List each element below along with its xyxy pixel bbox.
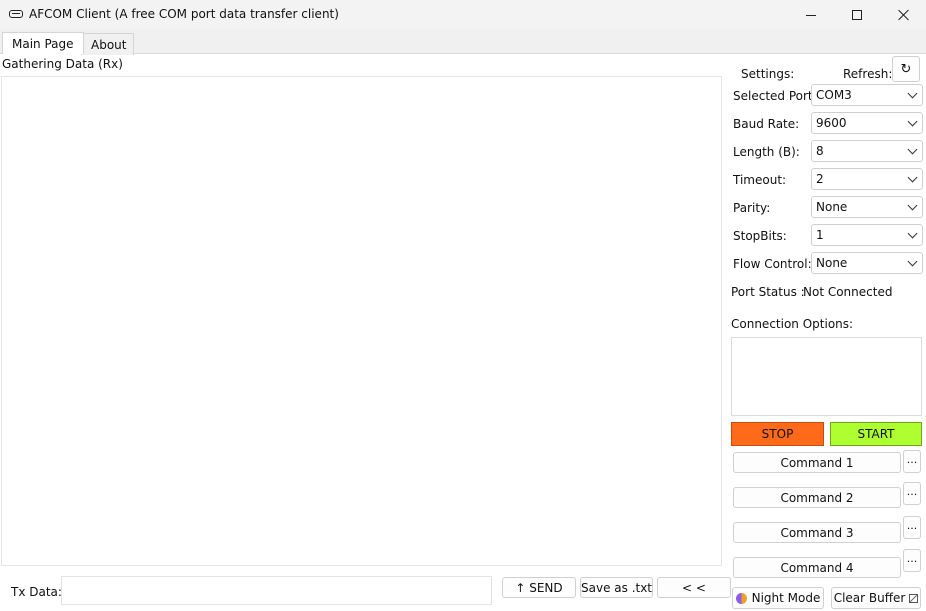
close-icon <box>897 9 909 21</box>
command-1-button[interactable]: Command 1 <box>733 452 901 473</box>
chevron-down-icon <box>907 144 918 155</box>
command-1-options-button[interactable]: ... <box>903 450 921 473</box>
baud-rate-label: Baud Rate: <box>733 117 800 131</box>
night-mode-button[interactable]: Night Mode <box>732 587 824 609</box>
refresh-label: Refresh: <box>843 67 893 81</box>
chevron-down-icon <box>907 256 918 267</box>
stopbits-select[interactable]: 1 <box>811 224 923 246</box>
collapse-button[interactable]: < < <box>657 577 731 598</box>
selected-port-value: COM3 <box>816 88 852 102</box>
command-4-options-button[interactable]: ... <box>903 549 921 572</box>
timeout-value: 2 <box>816 172 824 186</box>
connection-options-label: Connection Options: <box>731 317 854 331</box>
length-select[interactable]: 8 <box>811 140 923 162</box>
maximize-button[interactable] <box>834 0 880 30</box>
minimize-button[interactable] <box>788 0 834 30</box>
refresh-button[interactable]: ↻ <box>892 56 920 82</box>
baud-rate-select[interactable]: 9600 <box>811 112 923 134</box>
rx-data-area[interactable] <box>1 76 722 566</box>
length-label: Length (B): <box>733 145 800 159</box>
tab-about[interactable]: About <box>81 33 134 55</box>
app-icon <box>9 10 23 18</box>
clear-buffer-label: Clear Buffer <box>833 591 906 605</box>
parity-value: None <box>816 200 848 214</box>
tab-main-page[interactable]: Main Page <box>2 32 84 54</box>
flow-control-value: None <box>816 256 848 270</box>
tab-strip <box>0 30 926 54</box>
minimize-icon <box>806 14 816 16</box>
settings-label: Settings: <box>741 67 795 81</box>
start-button[interactable]: START <box>830 422 922 446</box>
tx-label: Tx Data: <box>11 585 62 599</box>
command-4-button[interactable]: Command 4 <box>733 557 901 578</box>
stop-button[interactable]: STOP <box>731 422 824 446</box>
stopbits-value: 1 <box>816 228 824 242</box>
tx-data-input[interactable] <box>61 576 492 605</box>
save-as-txt-button[interactable]: Save as .txt <box>580 577 653 598</box>
port-status-value: Not Connected <box>803 285 893 299</box>
rx-label: Gathering Data (Rx) <box>2 57 123 71</box>
flow-control-label: Flow Control: <box>733 257 812 271</box>
command-2-options-button[interactable]: ... <box>903 482 921 505</box>
selected-port-label: Selected Port: <box>733 89 817 103</box>
stopbits-label: StopBits: <box>733 229 787 243</box>
port-status-label: Port Status : <box>731 285 805 299</box>
send-button[interactable]: ↑ SEND <box>502 577 576 598</box>
timeout-select[interactable]: 2 <box>811 168 923 190</box>
night-mode-label: Night Mode <box>751 591 821 605</box>
chevron-down-icon <box>907 228 918 239</box>
baud-rate-value: 9600 <box>816 116 847 130</box>
command-2-button[interactable]: Command 2 <box>733 487 901 508</box>
timeout-label: Timeout: <box>733 173 787 187</box>
close-button[interactable] <box>880 0 926 30</box>
command-3-button[interactable]: Command 3 <box>733 522 901 543</box>
parity-select[interactable]: None <box>811 196 923 218</box>
length-value: 8 <box>816 144 824 158</box>
parity-label: Parity: <box>733 201 771 215</box>
chevron-down-icon <box>907 172 918 183</box>
chevron-down-icon <box>907 116 918 127</box>
night-mode-icon <box>735 592 747 604</box>
connection-options-box[interactable] <box>731 337 922 416</box>
command-3-options-button[interactable]: ... <box>903 516 921 539</box>
window-title: AFCOM Client (A free COM port data trans… <box>29 7 339 21</box>
eraser-icon <box>909 593 919 603</box>
flow-control-select[interactable]: None <box>811 252 923 274</box>
refresh-icon: ↻ <box>900 61 912 77</box>
clear-buffer-button[interactable]: Clear Buffer <box>831 587 921 609</box>
chevron-down-icon <box>907 88 918 99</box>
maximize-icon <box>852 10 862 20</box>
chevron-down-icon <box>907 200 918 211</box>
selected-port-select[interactable]: COM3 <box>811 84 923 106</box>
